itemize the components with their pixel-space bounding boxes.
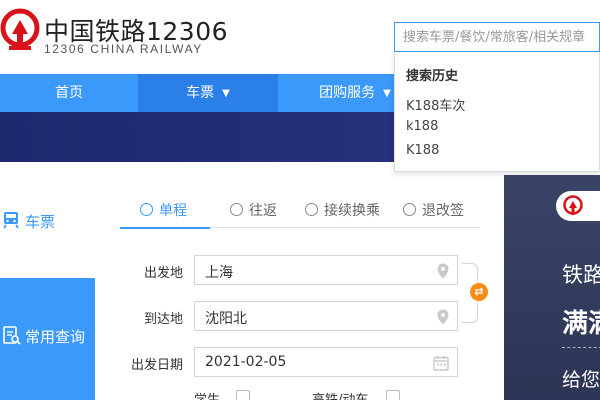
sidebar-item-label: 车票 xyxy=(25,213,56,231)
tab-label: 往返 xyxy=(249,203,277,219)
tab-refund-change[interactable]: 退改签 xyxy=(403,196,464,228)
promo-banner[interactable]: 铁路 满满 给您 xyxy=(504,175,600,400)
sidebar-item-tickets[interactable]: 车票 xyxy=(0,200,95,240)
calendar-icon xyxy=(433,355,449,375)
nav-item-label: 首页 xyxy=(55,85,83,101)
search-history-item[interactable]: K188车次 xyxy=(406,95,465,114)
to-label: 到达地 xyxy=(143,312,183,327)
brand-subtitle: 12306 CHINA RAILWAY xyxy=(44,42,203,56)
search-input[interactable] xyxy=(395,23,599,51)
promo-line-2: 满满 xyxy=(562,309,600,339)
highspeed-label: 高铁/动车 xyxy=(312,389,368,400)
from-station-value: 上海 xyxy=(205,265,233,281)
document-search-icon xyxy=(3,326,21,350)
swap-icon[interactable]: ⇄ xyxy=(470,283,488,301)
promo-line-3: 给您 xyxy=(562,369,600,391)
nav-item-tickets[interactable]: 车票 ▼ xyxy=(138,74,278,112)
tab-label: 退改签 xyxy=(422,203,464,219)
highspeed-checkbox[interactable] xyxy=(386,390,400,400)
search-history-title: 搜索历史 xyxy=(406,69,459,84)
departure-date-input[interactable]: 2021-02-05 xyxy=(194,347,458,377)
tab-label: 接续换乘 xyxy=(324,203,380,219)
nav-item-label: 车票 xyxy=(186,85,215,101)
train-icon xyxy=(2,211,20,233)
search-history-item[interactable]: k188 xyxy=(406,119,438,134)
to-station-value: 沈阳北 xyxy=(205,311,247,327)
chevron-down-icon: ▼ xyxy=(222,88,230,99)
promo-divider xyxy=(562,347,600,348)
nav-item-home[interactable]: 首页 xyxy=(0,74,138,112)
chevron-down-icon: ▼ xyxy=(383,88,391,99)
from-station-input[interactable]: 上海 xyxy=(194,255,458,285)
tab-one-way[interactable]: 单程 xyxy=(140,196,187,228)
student-label: 学生 xyxy=(194,389,220,400)
tab-transfer[interactable]: 接续换乘 xyxy=(305,196,380,228)
sidebar-item-label: 常用查询 xyxy=(25,328,86,346)
location-pin-icon xyxy=(437,263,449,283)
search-box[interactable] xyxy=(394,22,600,52)
promo-badge xyxy=(556,191,600,221)
railway-logo-icon[interactable] xyxy=(0,8,40,52)
refund-icon xyxy=(403,203,416,216)
one-way-icon xyxy=(140,203,153,216)
location-pin-icon xyxy=(437,309,449,329)
trip-type-tabs: 单程 往返 接续换乘 退改签 xyxy=(120,196,480,229)
departure-date-value: 2021-02-05 xyxy=(205,354,287,370)
railway-logo-icon xyxy=(562,195,584,221)
round-trip-icon xyxy=(230,203,243,216)
sidebar-item-common-query[interactable]: 常用查询 xyxy=(0,278,95,400)
to-station-input[interactable]: 沈阳北 xyxy=(194,301,458,331)
student-checkbox[interactable] xyxy=(236,390,250,400)
from-label: 出发地 xyxy=(143,266,183,281)
transfer-icon xyxy=(305,203,318,216)
nav-item-label: 团购服务 xyxy=(319,85,376,101)
date-label: 出发日期 xyxy=(130,358,183,373)
search-history-dropdown: 搜索历史 K188车次 k188 K188 xyxy=(394,52,600,172)
tab-label: 单程 xyxy=(159,203,187,219)
tab-round-trip[interactable]: 往返 xyxy=(230,196,277,228)
active-tab-indicator xyxy=(120,227,210,229)
search-history-item[interactable]: K188 xyxy=(406,143,439,158)
promo-line-1: 铁路 xyxy=(562,263,600,287)
